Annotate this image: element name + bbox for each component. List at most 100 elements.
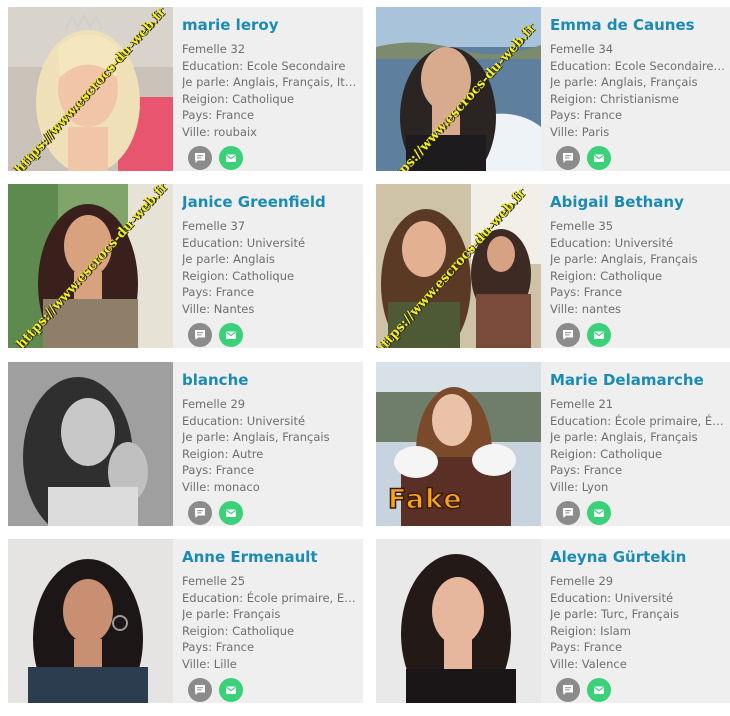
fake-stamp: Fake xyxy=(387,483,463,516)
profile-religion: Reigion: Catholique xyxy=(182,268,295,283)
profile-languages: Je parle: Anglais, Français xyxy=(182,430,330,445)
chat-bubble-icon xyxy=(195,685,205,695)
email-button[interactable] xyxy=(219,501,243,525)
envelope-icon xyxy=(226,509,236,517)
profile-religion: Reigion: Catholique xyxy=(550,268,663,283)
profile-country: Pays: France xyxy=(182,463,255,478)
profile-photo[interactable] xyxy=(8,362,173,526)
chat-bubble-icon xyxy=(563,508,573,518)
profile-education: Education: Ecole Secondaire, ... xyxy=(550,58,728,73)
profile-photo[interactable] xyxy=(376,539,541,703)
profile-education: Education: Université xyxy=(550,235,674,250)
profile-age: Femelle 25 xyxy=(182,574,246,588)
profile-languages: Je parle: Anglais, Français xyxy=(550,252,698,267)
profile-name[interactable]: Abigail Bethany xyxy=(550,193,728,213)
email-button[interactable] xyxy=(587,678,611,702)
profile-photo[interactable]: https://www.escrocs-du-web.fr xyxy=(376,184,541,348)
chat-bubble-icon xyxy=(563,330,573,340)
message-button[interactable] xyxy=(556,678,580,702)
profile-religion: Reigion: Catholique xyxy=(182,623,295,638)
profile-photo-image xyxy=(8,362,173,526)
email-button[interactable] xyxy=(587,146,611,170)
profile-education: Education: Université xyxy=(182,235,306,250)
profile-card[interactable]: blanche Femelle 29 Education: Université… xyxy=(8,362,363,526)
envelope-icon xyxy=(594,154,604,162)
profile-country: Pays: France xyxy=(550,640,623,655)
profile-age: Femelle 29 xyxy=(182,397,246,411)
profile-card[interactable]: https://www.escrocs-du-web.fr Abigail Be… xyxy=(376,184,730,348)
profile-country: Pays: France xyxy=(550,463,623,478)
profile-age: Femelle 35 xyxy=(550,219,614,233)
message-button[interactable] xyxy=(188,678,212,702)
profile-education: Education: École primaire, Éco... xyxy=(550,413,728,428)
profile-age: Femelle 21 xyxy=(550,397,614,411)
profile-name[interactable]: blanche xyxy=(182,371,360,391)
profile-card[interactable]: Fake Marie Delamarche Femelle 21 Educati… xyxy=(376,362,730,526)
profile-info: Marie Delamarche Femelle 21 Education: É… xyxy=(550,371,728,496)
envelope-icon xyxy=(226,154,236,162)
envelope-icon xyxy=(594,509,604,517)
profile-education: Education: Université xyxy=(182,413,306,428)
chat-bubble-icon xyxy=(195,330,205,340)
profile-name[interactable]: marie leroy xyxy=(182,16,360,36)
message-button[interactable] xyxy=(556,146,580,170)
profile-info: Abigail Bethany Femelle 35 Education: Un… xyxy=(550,193,728,318)
profile-religion: Reigion: Islam xyxy=(550,623,631,638)
profile-age: Femelle 32 xyxy=(182,42,246,56)
email-button[interactable] xyxy=(587,501,611,525)
profile-photo[interactable]: Fake xyxy=(376,362,541,526)
profile-card[interactable]: Aleyna Gürtekin Femelle 29 Education: Un… xyxy=(376,539,730,703)
profile-languages: Je parle: Anglais, Français xyxy=(550,430,698,445)
profile-languages: Je parle: Anglais, Français xyxy=(550,75,698,90)
profile-card[interactable]: https://www.escrocs-du-web.fr marie lero… xyxy=(8,7,363,171)
envelope-icon xyxy=(226,331,236,339)
email-button[interactable] xyxy=(219,323,243,347)
profile-name[interactable]: Anne Ermenault xyxy=(182,548,360,568)
profile-name[interactable]: Janice Greenfield xyxy=(182,193,360,213)
envelope-icon xyxy=(594,686,604,694)
message-button[interactable] xyxy=(556,501,580,525)
email-button[interactable] xyxy=(219,146,243,170)
profile-card[interactable]: https://www.escrocs-du-web.fr Emma de Ca… xyxy=(376,7,730,171)
profile-name[interactable]: Marie Delamarche xyxy=(550,371,728,391)
profile-name[interactable]: Emma de Caunes xyxy=(550,16,728,36)
profile-country: Pays: France xyxy=(550,285,623,300)
chat-bubble-icon xyxy=(195,153,205,163)
profile-city: Ville: nantes xyxy=(550,301,622,316)
profile-name[interactable]: Aleyna Gürtekin xyxy=(550,548,728,568)
email-button[interactable] xyxy=(587,323,611,347)
profile-photo-image xyxy=(8,7,173,171)
profile-info: Aleyna Gürtekin Femelle 29 Education: Un… xyxy=(550,548,728,673)
profile-card[interactable]: https://www.escrocs-du-web.fr Janice Gre… xyxy=(8,184,363,348)
profile-education: Education: Ecole Secondaire xyxy=(182,58,346,73)
profile-country: Pays: France xyxy=(182,285,255,300)
profile-photo-image xyxy=(376,7,541,171)
profile-photo[interactable]: https://www.escrocs-du-web.fr xyxy=(8,184,173,348)
profile-info: Emma de Caunes Femelle 34 Education: Eco… xyxy=(550,16,728,141)
message-button[interactable] xyxy=(188,501,212,525)
profile-city: Ville: Lyon xyxy=(550,479,609,494)
profile-religion: Reigion: Catholique xyxy=(182,91,295,106)
profile-city: Ville: Valence xyxy=(550,656,627,671)
profile-info: marie leroy Femelle 32 Education: Ecole … xyxy=(182,16,360,141)
profile-photo[interactable]: https://www.escrocs-du-web.fr xyxy=(8,7,173,171)
profile-photo-image xyxy=(8,539,173,703)
profile-grid: https://www.escrocs-du-web.fr marie lero… xyxy=(8,7,730,710)
message-button[interactable] xyxy=(188,146,212,170)
message-button[interactable] xyxy=(188,323,212,347)
profile-city: Ville: Lille xyxy=(182,656,237,671)
message-button[interactable] xyxy=(556,323,580,347)
profile-photo[interactable]: https://www.escrocs-du-web.fr xyxy=(376,7,541,171)
profile-photo[interactable] xyxy=(8,539,173,703)
profile-education: Education: Université xyxy=(550,590,674,605)
profile-languages: Je parle: Turc, Français xyxy=(550,607,680,622)
profile-religion: Reigion: Autre xyxy=(182,446,264,461)
profile-city: Ville: Nantes xyxy=(182,301,255,316)
email-button[interactable] xyxy=(219,678,243,702)
profile-religion: Reigion: Catholique xyxy=(550,446,663,461)
envelope-icon xyxy=(594,331,604,339)
profile-photo-image xyxy=(376,539,541,703)
profile-age: Femelle 37 xyxy=(182,219,246,233)
profile-photo-image xyxy=(8,184,173,348)
profile-card[interactable]: Anne Ermenault Femelle 25 Education: Éco… xyxy=(8,539,363,703)
